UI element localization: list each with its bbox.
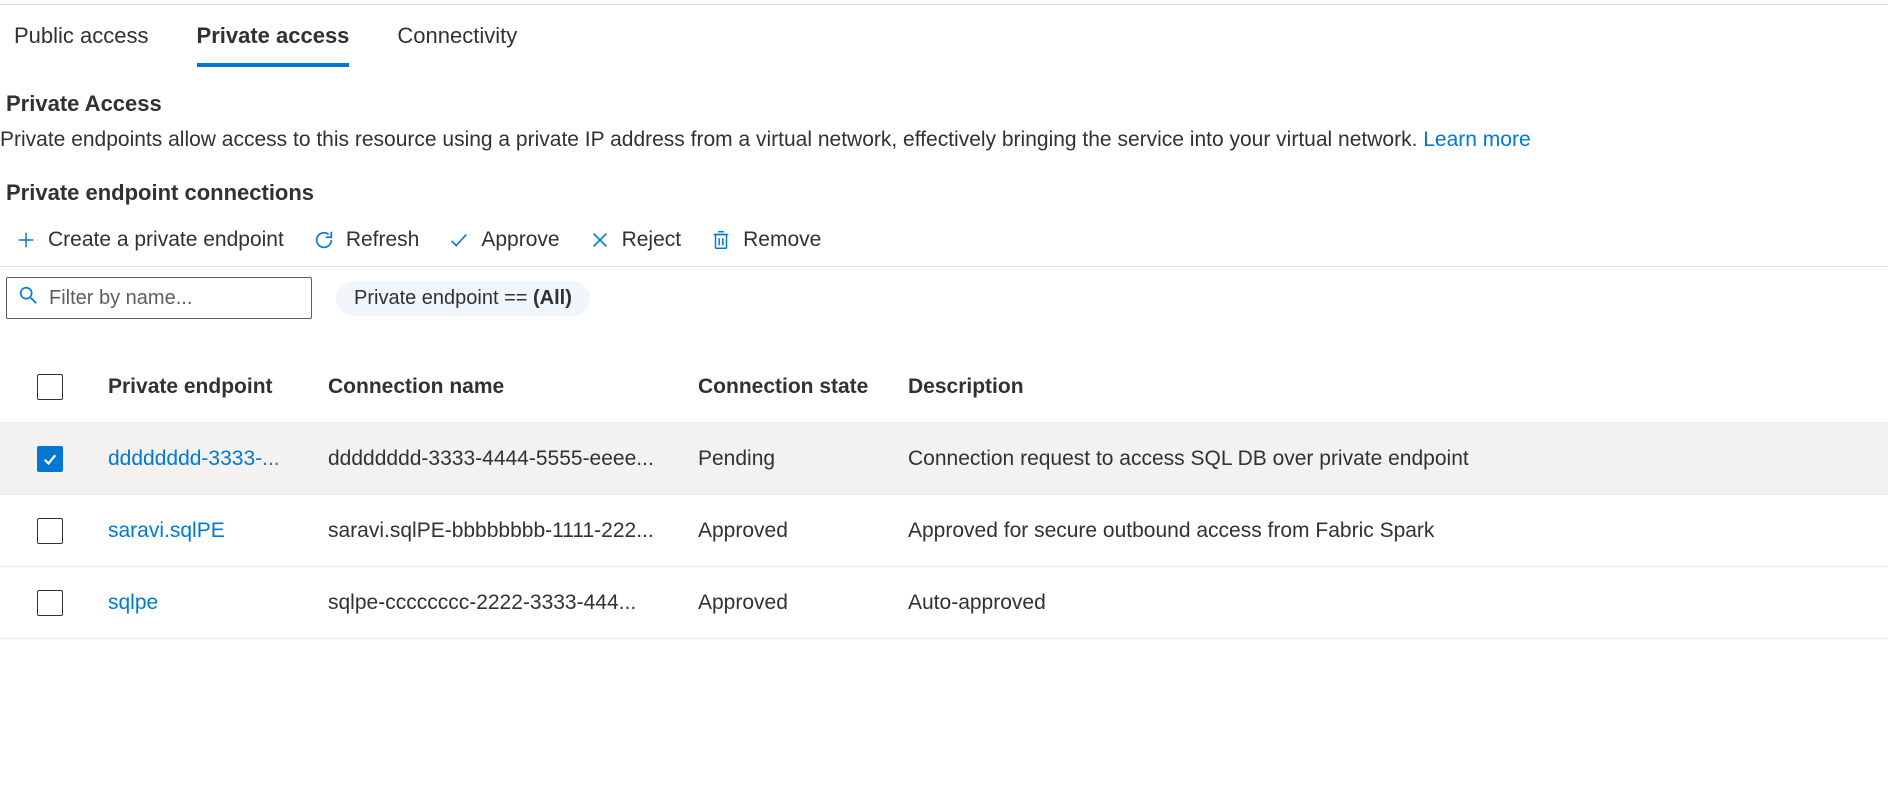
col-description[interactable]: Description xyxy=(900,375,1888,399)
col-connection-name[interactable]: Connection name xyxy=(320,375,690,399)
trash-icon xyxy=(709,228,733,252)
refresh-label: Refresh xyxy=(346,228,420,252)
private-access-description-text: Private endpoints allow access to this r… xyxy=(0,128,1423,151)
endpoint-link[interactable]: sqlpe xyxy=(100,591,320,615)
table-row[interactable]: sqlpe sqlpe-cccccccc-2222-3333-444... Ap… xyxy=(0,567,1888,639)
endpoint-link[interactable]: dddddddd-3333-... xyxy=(100,447,320,471)
connection-name-cell: saravi.sqlPE-bbbbbbbb-1111-222... xyxy=(320,519,690,543)
remove-label: Remove xyxy=(743,228,821,252)
description-cell: Approved for secure outbound access from… xyxy=(900,519,1888,543)
filter-input-wrap[interactable] xyxy=(6,277,312,319)
table-header: Private endpoint Connection name Connect… xyxy=(0,351,1888,423)
connections-table: Private endpoint Connection name Connect… xyxy=(0,351,1888,639)
table-row[interactable]: saravi.sqlPE saravi.sqlPE-bbbbbbbb-1111-… xyxy=(0,495,1888,567)
tabs-container: Public access Private access Connectivit… xyxy=(0,5,1888,67)
x-icon xyxy=(588,228,612,252)
filter-row: Private endpoint == (All) xyxy=(0,267,1888,327)
private-access-description: Private endpoints allow access to this r… xyxy=(0,125,1888,154)
row-checkbox[interactable] xyxy=(37,518,63,544)
description-cell: Auto-approved xyxy=(900,591,1888,615)
connection-state-cell: Pending xyxy=(690,447,900,471)
filter-pill-prefix: Private endpoint == xyxy=(354,287,533,309)
connections-toolbar: Create a private endpoint Refresh Approv… xyxy=(0,220,1888,267)
connection-name-cell: dddddddd-3333-4444-5555-eeee... xyxy=(320,447,690,471)
refresh-button[interactable]: Refresh xyxy=(312,228,420,252)
filter-input[interactable] xyxy=(49,287,314,310)
remove-button[interactable]: Remove xyxy=(709,228,821,252)
approve-label: Approve xyxy=(481,228,559,252)
tab-public-access[interactable]: Public access xyxy=(14,23,149,67)
connection-state-cell: Approved xyxy=(690,519,900,543)
table-row[interactable]: dddddddd-3333-... dddddddd-3333-4444-555… xyxy=(0,423,1888,495)
col-private-endpoint[interactable]: Private endpoint xyxy=(100,375,320,399)
approve-button[interactable]: Approve xyxy=(447,228,559,252)
connection-name-cell: sqlpe-cccccccc-2222-3333-444... xyxy=(320,591,690,615)
create-private-endpoint-button[interactable]: Create a private endpoint xyxy=(14,228,284,252)
tab-private-access[interactable]: Private access xyxy=(197,23,350,67)
learn-more-link[interactable]: Learn more xyxy=(1423,128,1530,151)
refresh-icon xyxy=(312,228,336,252)
tab-connectivity[interactable]: Connectivity xyxy=(397,23,517,67)
reject-label: Reject xyxy=(622,228,682,252)
search-icon xyxy=(17,284,39,312)
select-all-checkbox[interactable] xyxy=(37,374,63,400)
plus-icon xyxy=(14,228,38,252)
check-icon xyxy=(447,228,471,252)
filter-pill-value: (All) xyxy=(533,287,572,309)
row-checkbox[interactable] xyxy=(37,590,63,616)
filter-pill-private-endpoint[interactable]: Private endpoint == (All) xyxy=(336,281,590,316)
create-private-endpoint-label: Create a private endpoint xyxy=(48,228,284,252)
reject-button[interactable]: Reject xyxy=(588,228,682,252)
private-access-heading: Private Access xyxy=(0,67,1888,125)
connections-heading: Private endpoint connections xyxy=(0,154,1888,220)
row-checkbox[interactable] xyxy=(37,446,63,472)
connection-state-cell: Approved xyxy=(690,591,900,615)
description-cell: Connection request to access SQL DB over… xyxy=(900,447,1888,471)
endpoint-link[interactable]: saravi.sqlPE xyxy=(100,519,320,543)
col-connection-state[interactable]: Connection state xyxy=(690,375,900,399)
